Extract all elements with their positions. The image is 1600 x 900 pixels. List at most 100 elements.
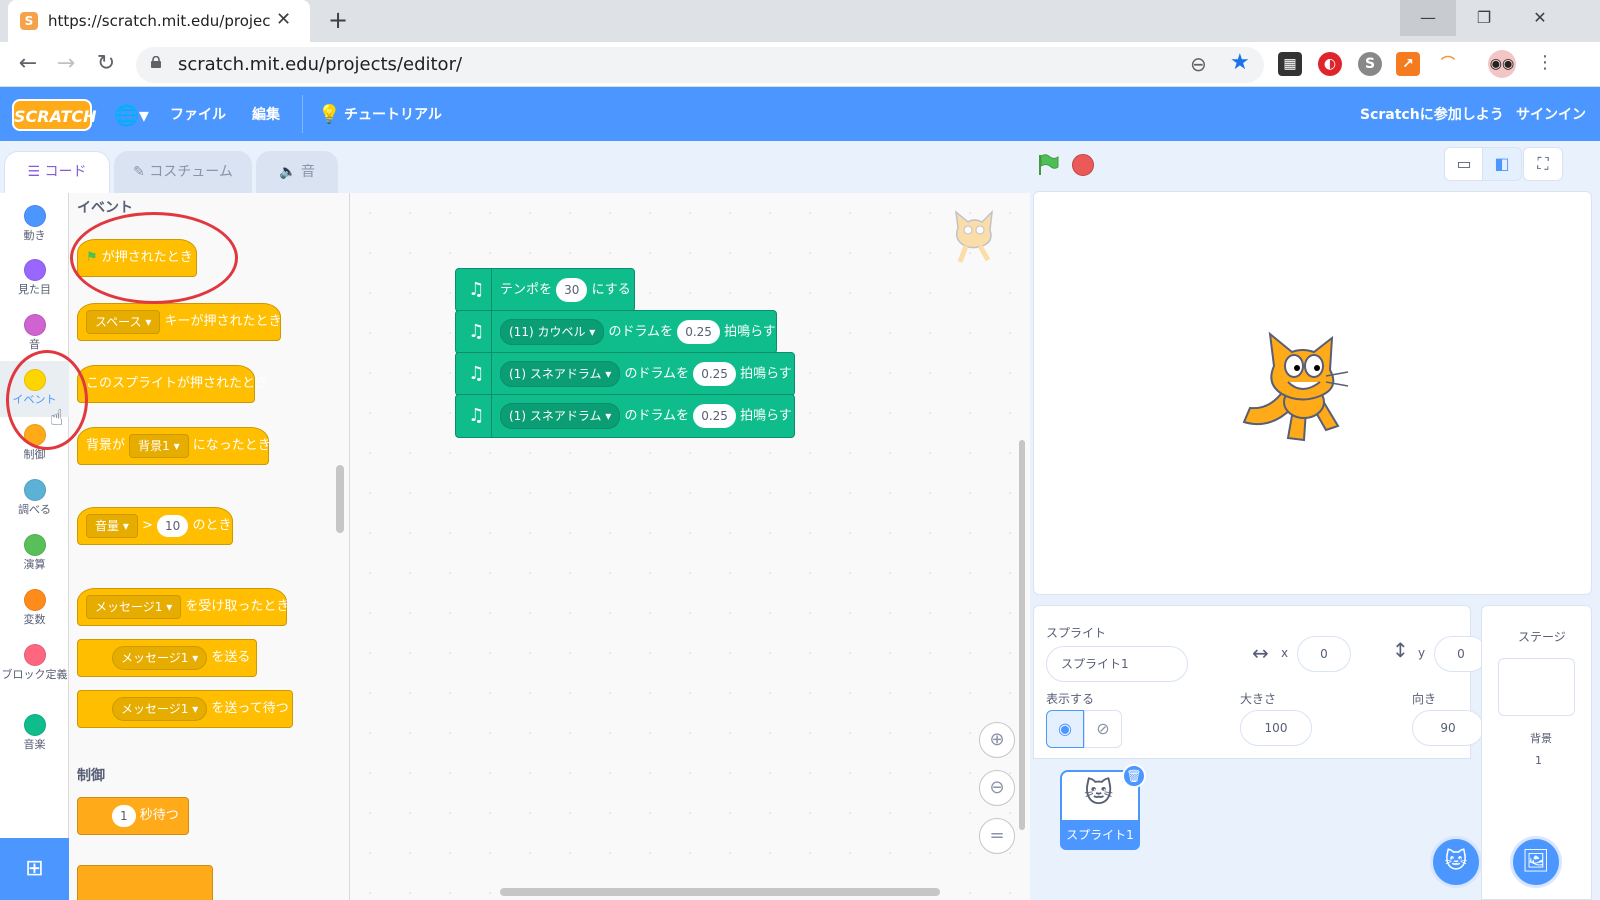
drum-dropdown[interactable]: (1) スネアドラム ▾: [500, 361, 621, 387]
new-tab-icon[interactable]: +: [328, 6, 348, 34]
chart-extension-icon[interactable]: ↗: [1396, 52, 1420, 76]
repeat-block-partial[interactable]: [77, 865, 213, 900]
red-extension-icon[interactable]: ◐: [1318, 52, 1342, 76]
set-tempo-block[interactable]: ♫ テンポを 30 にする: [455, 268, 635, 312]
lock-icon: [151, 56, 161, 68]
fullscreen-button[interactable]: ⛶: [1523, 147, 1563, 181]
beats-input[interactable]: 0.25: [677, 320, 720, 344]
tab-close-icon[interactable]: ✕: [276, 9, 291, 30]
block-text: のとき: [192, 518, 232, 533]
scratch-logo[interactable]: SCRATCH: [12, 99, 96, 131]
zoom-in-button[interactable]: ⊕: [979, 722, 1015, 758]
reload-icon[interactable]: ↻: [90, 48, 122, 80]
hide-eye-icon[interactable]: ⊘: [1084, 710, 1122, 748]
beats-input[interactable]: 0.25: [693, 362, 736, 386]
zoom-out-icon[interactable]: ⊖: [1190, 52, 1207, 76]
drum-dropdown[interactable]: (1) スネアドラム ▾: [500, 403, 621, 429]
script-area[interactable]: [350, 193, 1030, 900]
category-dot-icon: [23, 259, 46, 281]
drum-dropdown[interactable]: (11) カウベル ▾: [500, 319, 605, 345]
music-category-icon: [23, 714, 46, 736]
bookmark-star-icon[interactable]: ★: [1230, 50, 1250, 75]
forward-icon[interactable]: →: [50, 48, 82, 80]
restore-icon[interactable]: ❐: [1456, 0, 1512, 36]
stop-button[interactable]: [1072, 154, 1094, 176]
zoom-out-button[interactable]: ⊖: [979, 770, 1015, 806]
profile-avatar[interactable]: ◉◉: [1488, 50, 1516, 78]
signin-link[interactable]: サインイン: [1516, 101, 1586, 129]
wait-seconds-block[interactable]: 1 秒待つ: [77, 797, 189, 835]
when-loudness-block[interactable]: 音量 ▾ > 10 のとき: [77, 507, 233, 545]
script-area-v-scrollbar[interactable]: [1019, 440, 1025, 830]
broadcast-and-wait-block[interactable]: メッセージ1 ▾ を送って待つ: [77, 690, 293, 728]
play-drum-block[interactable]: ♫ (11) カウベル ▾ のドラムを 0.25 拍鳴らす: [455, 310, 777, 354]
stage-thumbnail[interactable]: [1498, 658, 1575, 716]
menu-file[interactable]: ファイル: [170, 101, 226, 129]
direction-field[interactable]: 90: [1412, 710, 1484, 746]
minimize-icon[interactable]: —: [1400, 0, 1456, 36]
back-icon[interactable]: ←: [12, 48, 44, 80]
play-drum-block[interactable]: ♫ (1) スネアドラム ▾ のドラムを 0.25 拍鳴らす: [455, 394, 795, 438]
tab-code[interactable]: ☰ コード: [4, 151, 110, 193]
category-item[interactable]: 変数: [0, 581, 69, 637]
add-extension-button[interactable]: ⊞: [0, 838, 69, 900]
window-close-icon[interactable]: ✕: [1512, 0, 1568, 36]
scratch-cat-sprite[interactable]: [1240, 330, 1352, 448]
url-text[interactable]: scratch.mit.edu/projects/editor/: [178, 54, 462, 75]
tab-costumes[interactable]: ✎ コスチューム: [114, 151, 252, 193]
y-field[interactable]: 0: [1434, 636, 1488, 672]
block-text: を受け取ったとき: [185, 599, 290, 614]
when-key-pressed-block[interactable]: スペース ▾ キーが押されたとき: [77, 303, 282, 341]
category-item[interactable]: ブロック定義: [0, 636, 69, 692]
add-sprite-button[interactable]: 🐱: [1430, 836, 1482, 888]
script-area-h-scrollbar[interactable]: [500, 888, 940, 896]
category-item[interactable]: 音楽: [0, 706, 69, 762]
normal-stage-button[interactable]: ◧: [1482, 147, 1522, 181]
x-field[interactable]: 0: [1297, 636, 1351, 672]
dropdown-value: 背景1: [138, 438, 170, 453]
menu-tutorial[interactable]: チュートリアル: [344, 101, 442, 129]
when-sprite-clicked-block[interactable]: このスプライトが押されたとき: [77, 365, 268, 403]
message-dropdown[interactable]: メッセージ1 ▾: [112, 696, 208, 721]
message-dropdown[interactable]: メッセージ1 ▾: [86, 594, 182, 619]
join-scratch-link[interactable]: Scratchに参加しよう: [1360, 101, 1504, 129]
when-backdrop-switches-block[interactable]: 背景が 背景1 ▾ になったとき: [77, 427, 271, 465]
palette-scrollbar[interactable]: [336, 465, 344, 533]
loudness-input[interactable]: 10: [157, 514, 189, 537]
key-dropdown[interactable]: スペース ▾: [86, 309, 161, 334]
green-flag-button[interactable]: [1036, 153, 1060, 177]
broadcast-block[interactable]: メッセージ1 ▾ を送る: [77, 639, 257, 677]
show-eye-icon[interactable]: ◉: [1046, 710, 1084, 748]
menu-edit[interactable]: 編集: [252, 101, 280, 129]
s-extension-icon[interactable]: S: [1358, 52, 1382, 76]
size-field[interactable]: 100: [1240, 710, 1312, 746]
browser-menu-icon[interactable]: ⋮: [1536, 52, 1554, 73]
block-text: になったとき: [192, 438, 271, 453]
backdrop-dropdown[interactable]: 背景1 ▾: [129, 433, 189, 458]
loudness-dropdown[interactable]: 音量 ▾: [86, 513, 138, 538]
add-backdrop-button[interactable]: 🖼: [1510, 836, 1562, 888]
delete-sprite-icon[interactable]: 🗑: [1122, 764, 1146, 788]
language-globe-icon[interactable]: 🌐▾: [114, 101, 149, 129]
sprite-name-field[interactable]: スプライト1: [1046, 646, 1188, 682]
category-item[interactable]: 見た目: [0, 251, 69, 307]
block-text: のドラムを: [608, 324, 674, 340]
wait-input[interactable]: 1: [112, 804, 136, 827]
beats-input[interactable]: 0.25: [693, 404, 736, 428]
block-text: テンポを: [500, 282, 553, 298]
block-text: のドラムを: [624, 408, 690, 424]
category-item[interactable]: 動き: [0, 197, 69, 253]
qr-extension-icon[interactable]: ▦: [1278, 52, 1302, 76]
category-item[interactable]: 演算: [0, 526, 69, 582]
when-receive-block[interactable]: メッセージ1 ▾ を受け取ったとき: [77, 588, 290, 626]
tempo-input[interactable]: 30: [556, 278, 588, 302]
zoom-reset-button[interactable]: =: [979, 818, 1015, 854]
tutorial-bulb-icon[interactable]: 💡: [318, 101, 340, 129]
arc-extension-icon[interactable]: ⌒: [1436, 52, 1460, 76]
sprite-watermark-cat-icon: [955, 209, 993, 263]
category-item[interactable]: 調べる: [0, 471, 69, 527]
play-drum-block[interactable]: ♫ (1) スネアドラム ▾ のドラムを 0.25 拍鳴らす: [455, 352, 795, 396]
message-dropdown[interactable]: メッセージ1 ▾: [112, 645, 208, 670]
small-stage-button[interactable]: ▭: [1444, 147, 1484, 181]
tab-sounds[interactable]: 🔈 音: [256, 151, 338, 193]
